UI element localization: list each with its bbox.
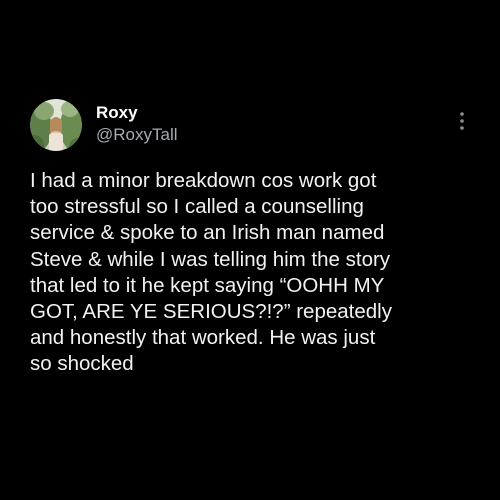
tweet-text-line: too stressful so I called a counselling [30, 195, 364, 219]
tweet-text-line: GOT, ARE YE SERIOUS?!?” repeatedly [30, 300, 392, 324]
tweet-text-line: and honestly that worked. He was just [30, 326, 376, 350]
tweet-text-line: Steve & while I was telling him the stor… [30, 247, 391, 271]
more-options-button[interactable] [452, 109, 472, 133]
author-info: Roxy @RoxyTall [96, 103, 178, 146]
display-name[interactable]: Roxy [96, 103, 178, 123]
tweet-text-line: I had a minor breakdown cos work got [30, 169, 377, 192]
tweet-card: Roxy @RoxyTall I had a minor breakdown c… [0, 0, 500, 500]
tweet-header: Roxy @RoxyTall [30, 99, 470, 155]
tweet-text-line: so shocked [30, 352, 134, 376]
user-handle[interactable]: @RoxyTall [96, 124, 178, 146]
tweet-text-line: service & spoke to an Irish man named [30, 221, 385, 245]
more-options-icon [460, 112, 464, 130]
tweet-text: I had a minor breakdown cos work got too… [30, 168, 480, 378]
avatar[interactable] [30, 99, 82, 151]
tweet-text-line: that led to it he kept saying “OOHH MY [30, 273, 385, 297]
